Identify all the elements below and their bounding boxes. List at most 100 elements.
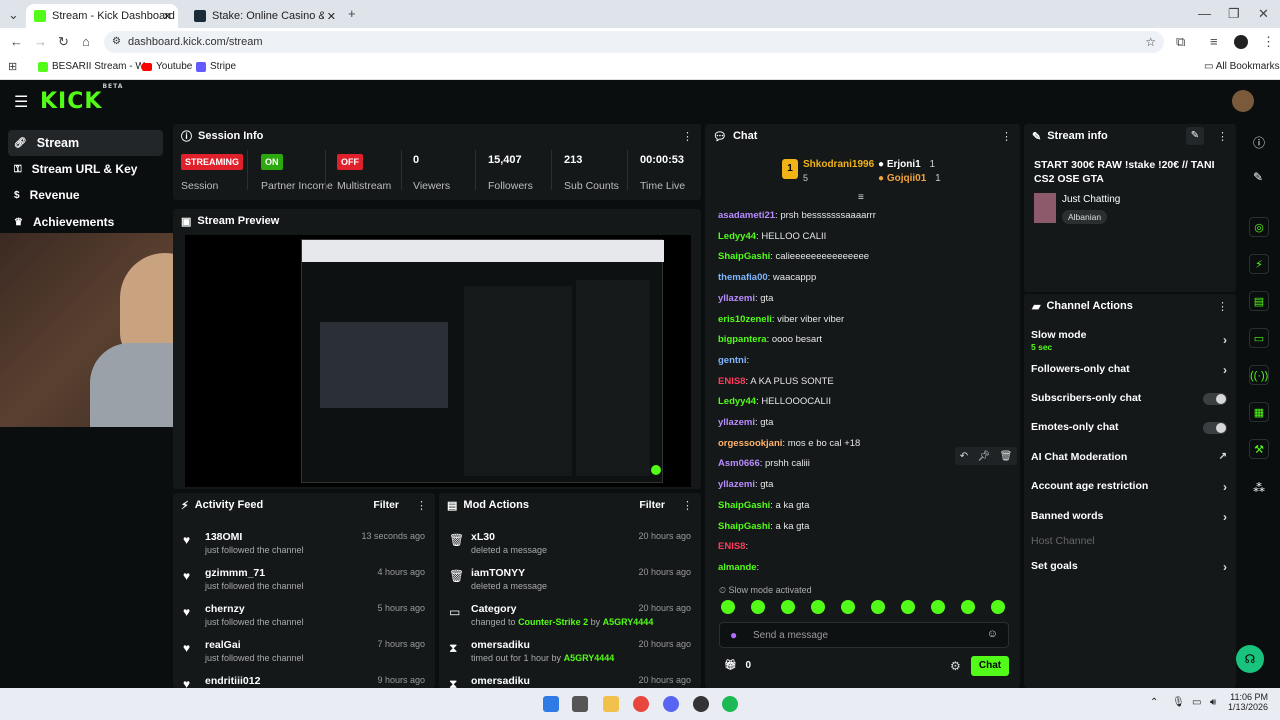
more-options-icon[interactable]: ⋮ (682, 499, 693, 512)
wrench-icon[interactable]: ⚒ (1249, 439, 1269, 459)
chat-username[interactable]: bigpantera (718, 334, 767, 345)
more-options-icon[interactable]: ⋮ (1001, 130, 1012, 143)
layers-icon[interactable]: ▦ (1249, 402, 1269, 422)
followers-only-row[interactable]: Followers-only chat › (1031, 363, 1231, 383)
emoji-icon[interactable]: ☺ (987, 628, 998, 640)
minimize-icon[interactable]: — (1198, 6, 1211, 21)
discord-icon[interactable] (663, 696, 679, 712)
tab-search-icon[interactable]: ⌄ (8, 7, 19, 23)
chat-username[interactable]: themafia00 (718, 272, 768, 283)
network-icon[interactable]: ▭ (1192, 697, 1201, 708)
apps-grid-icon[interactable]: ⊞ (8, 60, 17, 73)
volume-icon[interactable]: 🔊︎ (1210, 697, 1216, 708)
bookmark-besarii[interactable]: BESARII Stream - W... (38, 61, 153, 72)
emote-icon[interactable] (841, 600, 855, 614)
url-input[interactable]: ⚙ dashboard.kick.com/stream ☆ (104, 31, 1164, 53)
profile-avatar[interactable] (1234, 35, 1248, 49)
info-icon[interactable]: ⓘ (1253, 134, 1265, 151)
bolt-icon[interactable]: ⚡︎ (1249, 254, 1269, 274)
more-options-icon[interactable]: ⋮ (682, 130, 693, 143)
pin-icon[interactable]: 📌︎ (977, 451, 990, 462)
hamburger-menu-icon[interactable]: ☰ (14, 92, 28, 112)
close-tab-icon[interactable]: ✕ (327, 10, 336, 23)
emote-icon[interactable] (961, 600, 975, 614)
tab-stake[interactable]: Stake: Online Casino & Sports ✕ (186, 4, 342, 28)
broadcast-icon[interactable]: ((·)) (1249, 365, 1269, 385)
emote-icon[interactable] (751, 600, 765, 614)
category-thumbnail[interactable] (1034, 193, 1056, 223)
second-gifter[interactable]: ● Erjoni1 1 (878, 159, 935, 170)
bookmark-star-icon[interactable]: ☆ (1145, 31, 1156, 53)
clock[interactable]: 11:06 PM 1/13/2026 (1226, 692, 1268, 712)
obs-icon[interactable] (693, 696, 709, 712)
forward-icon[interactable]: → (34, 34, 47, 49)
all-bookmarks-button[interactable]: ▭ All Bookmarks (1204, 61, 1280, 72)
delete-icon[interactable]: 🗑︎ (1000, 451, 1013, 462)
close-tab-icon[interactable]: ✕ (163, 10, 172, 23)
chat-username[interactable]: yllazemi (718, 417, 755, 428)
media-icon[interactable]: ≡ (1210, 34, 1218, 49)
task-view-icon[interactable] (572, 696, 588, 712)
chat-username[interactable]: Asm0666 (718, 458, 760, 469)
home-icon[interactable]: ⌂ (82, 34, 90, 49)
chat-username[interactable]: Ledyy44 (718, 231, 756, 242)
chat-bubble-icon[interactable]: ▭ (1249, 328, 1269, 348)
edit-stream-info-button[interactable]: ✎ (1186, 127, 1204, 145)
back-icon[interactable]: ← (10, 34, 23, 49)
chat-input[interactable]: ● Send a message ☺ (719, 622, 1009, 648)
chat-username[interactable]: almande (718, 562, 757, 573)
user-avatar[interactable] (1232, 90, 1254, 112)
filter-button[interactable]: Filter (373, 499, 399, 511)
top-gifter-name[interactable]: Shkodrani1996 (803, 159, 874, 170)
tab-kick-dashboard[interactable]: Stream - Kick Dashboard ✕ (26, 4, 178, 28)
bookmark-youtube[interactable]: Youtube (142, 61, 192, 72)
emote-icon[interactable] (781, 600, 795, 614)
banned-words-row[interactable]: Banned words › (1031, 510, 1231, 530)
close-window-icon[interactable]: ✕ (1258, 6, 1269, 22)
emote-icon[interactable] (811, 600, 825, 614)
chat-username[interactable]: ENIS8 (718, 541, 745, 552)
chat-username[interactable]: asadameti21 (718, 210, 775, 221)
chat-username[interactable]: yllazemi (718, 293, 755, 304)
new-tab-icon[interactable]: + (348, 6, 356, 21)
maximize-icon[interactable]: ❐ (1228, 6, 1240, 22)
support-icon[interactable]: ☊ (1236, 645, 1264, 673)
sidebar-item-stream-url-key[interactable]: ⚿ Stream URL & Key (8, 156, 163, 182)
mic-icon[interactable]: 🎙︎ (1172, 697, 1185, 708)
reply-icon[interactable]: ↶ (960, 451, 968, 462)
browser-menu-icon[interactable]: ⋮ (1262, 34, 1275, 50)
user-link[interactable]: A5GRY4444 (603, 617, 654, 627)
category-link[interactable]: Counter-Strike 2 (518, 617, 588, 627)
kick-logo[interactable]: KICKBETA (40, 83, 123, 114)
channel-points[interactable]: 🎁︎ 0 (724, 660, 751, 671)
sidebar-item-achievements[interactable]: ♛ Achievements (8, 209, 163, 235)
chat-username[interactable]: yllazemi (718, 479, 755, 490)
emote-icon[interactable] (901, 600, 915, 614)
chat-username[interactable]: orgessookjani (718, 438, 782, 449)
edit-layout-icon[interactable]: ✎ (1253, 170, 1263, 184)
chat-username[interactable]: ShaipGashi (718, 251, 770, 262)
sidebar-item-stream[interactable]: 🔗︎ Stream (8, 130, 163, 156)
reload-icon[interactable]: ↻ (58, 34, 69, 50)
emote-icon[interactable] (871, 600, 885, 614)
apps-icon[interactable]: ⁂ (1253, 481, 1265, 495)
more-options-icon[interactable]: ⋮ (416, 499, 427, 512)
chat-username[interactable]: ShaipGashi (718, 521, 770, 532)
chat-username[interactable]: eris10zeneli (718, 314, 772, 325)
emotes-only-toggle[interactable] (1203, 422, 1227, 434)
more-options-icon[interactable]: ⋮ (1217, 130, 1228, 143)
category-name[interactable]: Just Chatting (1062, 194, 1120, 205)
chat-settings-icon[interactable]: ⚙ (950, 659, 961, 673)
tray-chevron-icon[interactable]: ⌃ (1150, 697, 1158, 708)
account-age-row[interactable]: Account age restriction › (1031, 480, 1231, 500)
stream-video-player[interactable] (185, 235, 691, 487)
subscribers-only-toggle[interactable] (1203, 393, 1227, 405)
emote-icon[interactable] (931, 600, 945, 614)
chat-username[interactable]: ShaipGashi (718, 500, 770, 511)
chat-username[interactable]: ENIS8 (718, 376, 745, 387)
file-explorer-icon[interactable] (603, 696, 619, 712)
chat-username[interactable]: Ledyy44 (718, 396, 756, 407)
chrome-icon[interactable] (633, 696, 649, 712)
chat-username[interactable]: gentni (718, 355, 747, 366)
emote-icon[interactable] (721, 600, 735, 614)
